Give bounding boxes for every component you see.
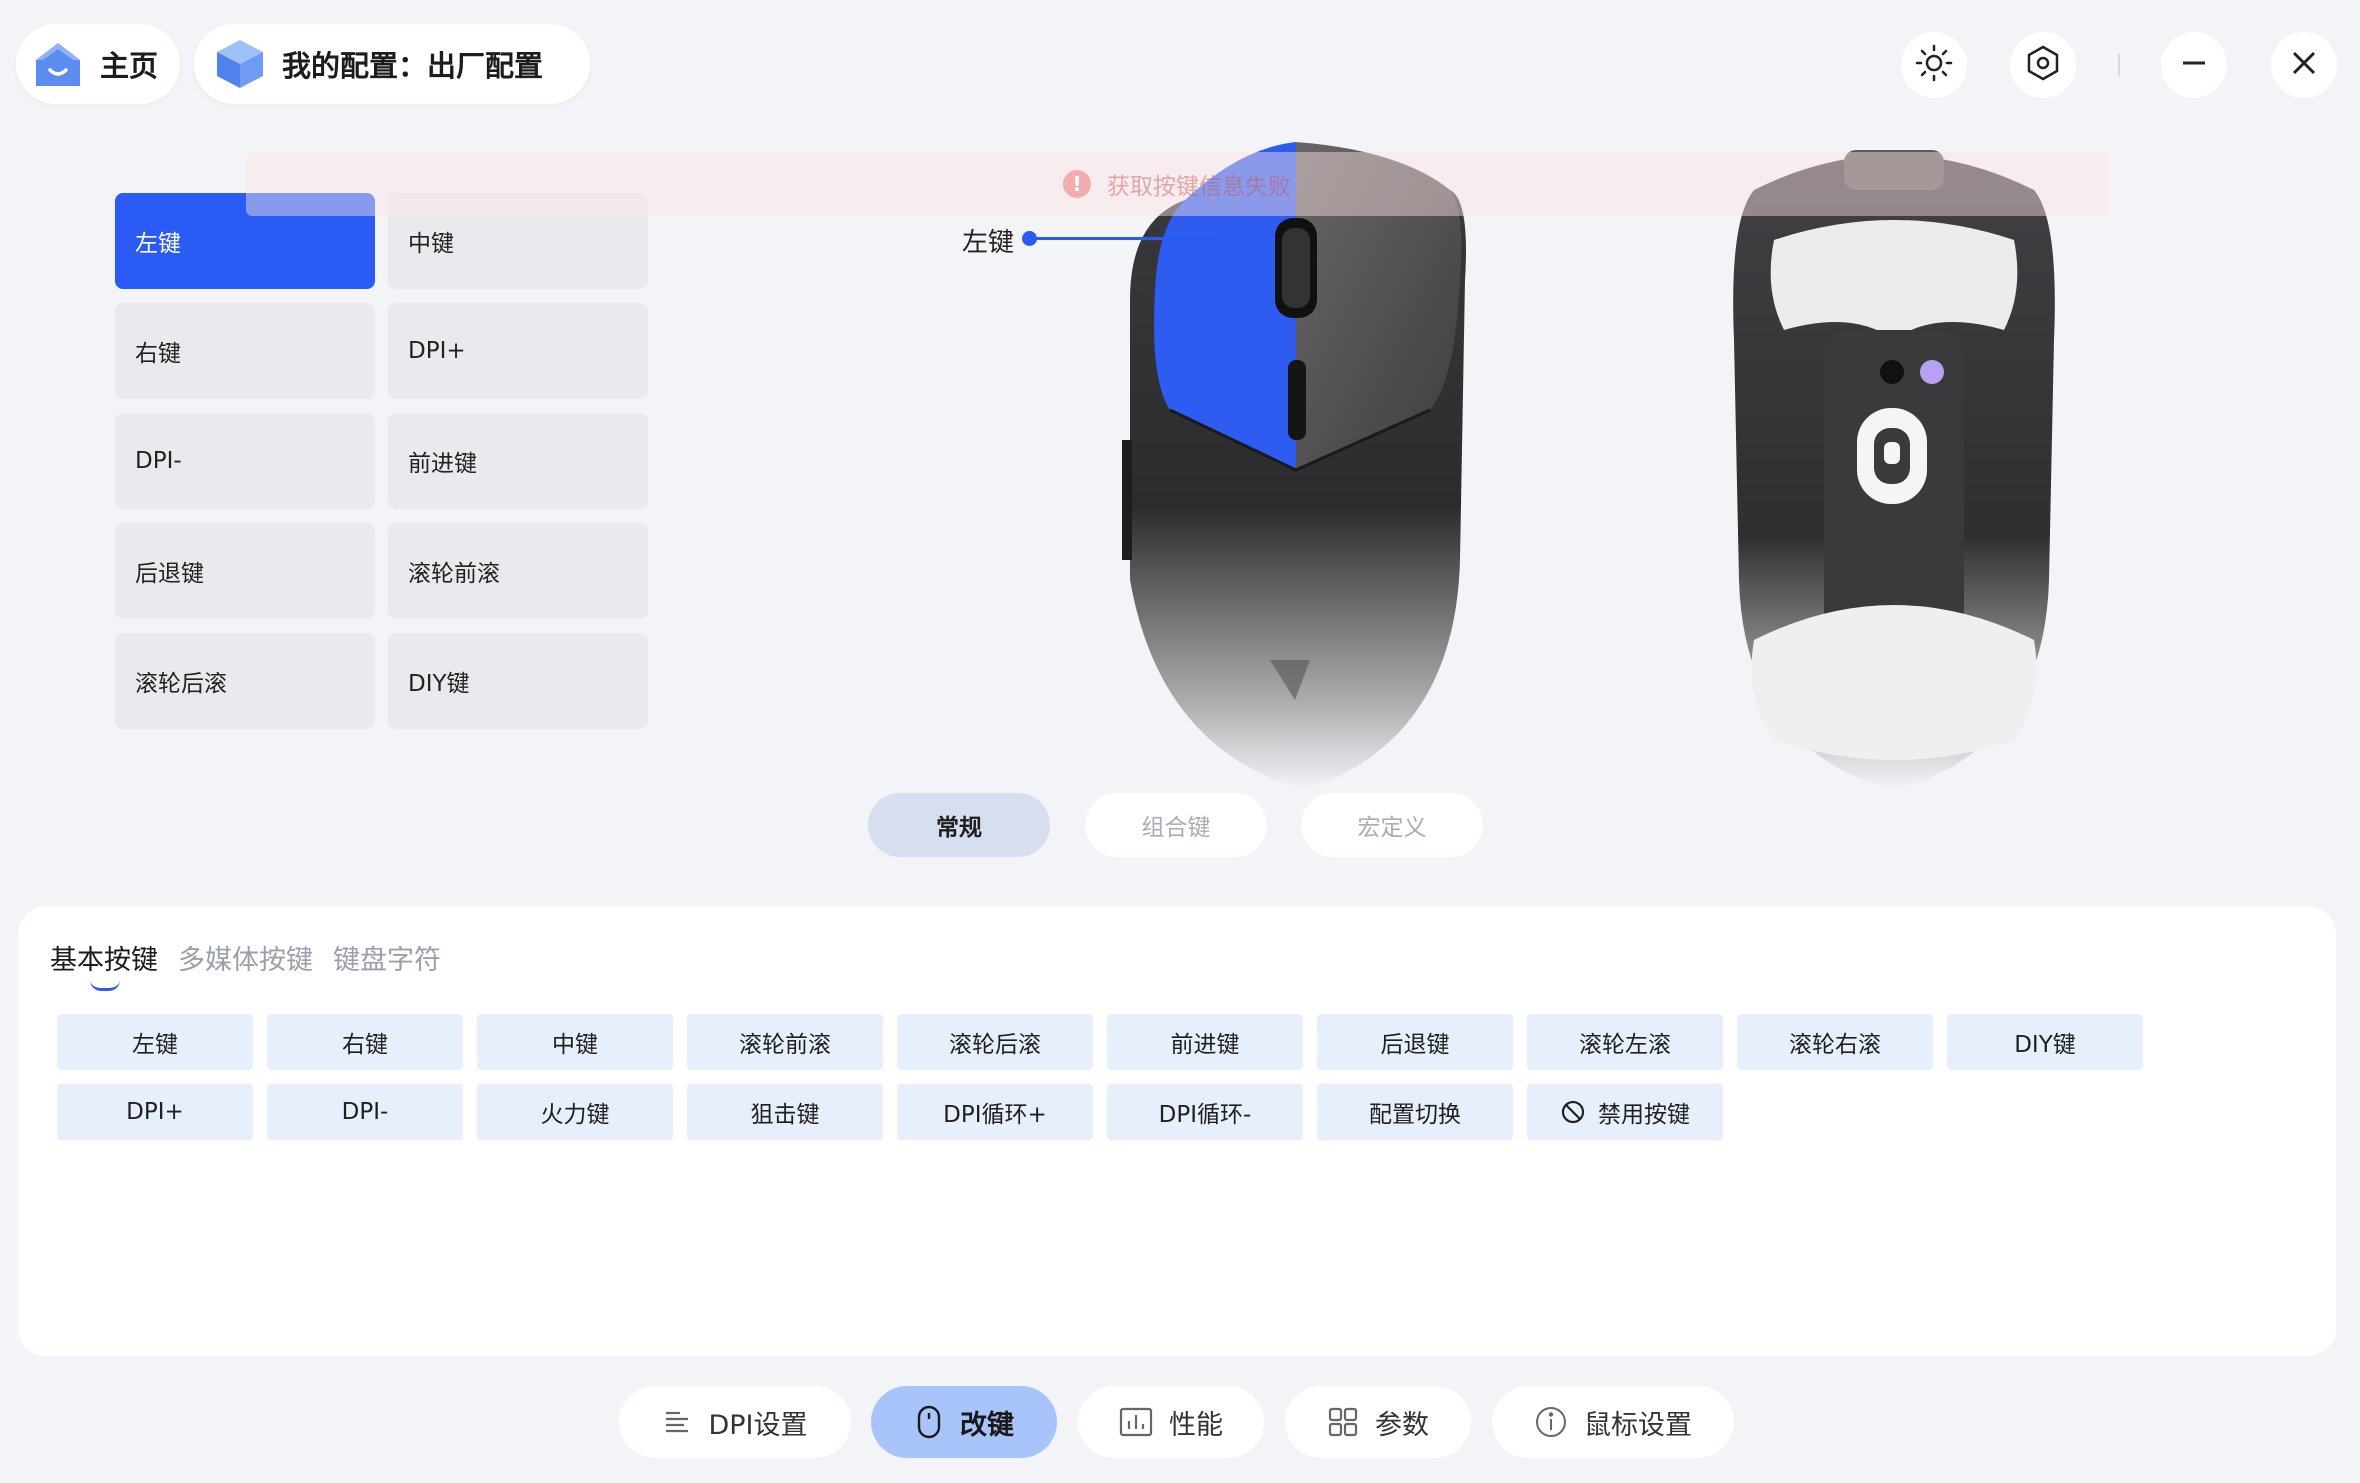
minimize-button[interactable] (2161, 32, 2227, 98)
key-forward[interactable]: 前进键 (388, 413, 648, 509)
subtab-basic[interactable]: 基本按键 (50, 938, 158, 991)
fn-scroll-up[interactable]: 滚轮前滚 (687, 1014, 883, 1070)
function-panel: 基本按键 多媒体按键 键盘字符 左键 右键 中键 滚轮前滚 滚轮后滚 前进键 后… (18, 906, 2336, 1356)
home-icon (30, 36, 86, 92)
info-icon (1534, 1405, 1568, 1439)
error-icon: ! (1063, 170, 1091, 198)
subtab-keyboard[interactable]: 键盘字符 (333, 938, 441, 977)
home-label: 主页 (100, 49, 159, 83)
fn-sniper[interactable]: 狙击键 (687, 1084, 883, 1140)
nav-mouse-settings-label: 鼠标设置 (1584, 1409, 1692, 1441)
close-icon (2289, 48, 2319, 82)
nav-remap-label: 改键 (960, 1409, 1014, 1441)
fn-disable-label: 禁用按键 (1598, 1102, 1690, 1128)
mouse-icon (914, 1404, 944, 1440)
dpi-icon (662, 1407, 692, 1437)
nav-mouse-settings[interactable]: 鼠标设置 (1492, 1386, 1734, 1458)
nav-dpi-label: DPI设置 (708, 1409, 808, 1441)
ban-icon (1560, 1099, 1586, 1125)
divider (2118, 54, 2120, 76)
nav-dpi[interactable]: DPI设置 (619, 1386, 851, 1458)
fn-right[interactable]: 右键 (267, 1014, 463, 1070)
fn-scroll-right[interactable]: 滚轮右滚 (1737, 1014, 1933, 1070)
fn-dpi-up[interactable]: DPI+ (57, 1084, 253, 1140)
callout-line (1026, 237, 1216, 240)
close-button[interactable] (2271, 32, 2337, 98)
fn-scroll-down[interactable]: 滚轮后滚 (897, 1014, 1093, 1070)
key-diy[interactable]: DIY键 (388, 633, 648, 729)
key-back[interactable]: 后退键 (115, 523, 375, 619)
error-toast: ! 获取按键信息失败 (246, 152, 2108, 216)
mouse-key-list: 左键 中键 右键 DPI+ DPI- 前进键 后退键 滚轮前滚 滚轮后滚 DIY… (115, 193, 648, 729)
fn-scroll-left[interactable]: 滚轮左滚 (1527, 1014, 1723, 1070)
nav-params-label: 参数 (1375, 1409, 1429, 1441)
key-scroll-down[interactable]: 滚轮后滚 (115, 633, 375, 729)
home-button[interactable]: 主页 (16, 24, 180, 104)
theme-button[interactable] (1901, 32, 1967, 98)
cube-icon (212, 36, 268, 92)
fn-forward[interactable]: 前进键 (1107, 1014, 1303, 1070)
nav-performance-label: 性能 (1169, 1409, 1223, 1441)
fn-fire[interactable]: 火力键 (477, 1084, 673, 1140)
key-dpi-down[interactable]: DPI- (115, 413, 375, 509)
fn-middle[interactable]: 中键 (477, 1014, 673, 1070)
tab-macro[interactable]: 宏定义 (1301, 793, 1483, 857)
subtab-media[interactable]: 多媒体按键 (178, 938, 313, 977)
tab-normal[interactable]: 常规 (868, 793, 1050, 857)
chart-icon (1119, 1407, 1153, 1437)
minimize-icon (2179, 48, 2209, 82)
tab-combo[interactable]: 组合键 (1085, 793, 1267, 857)
nav-performance[interactable]: 性能 (1078, 1386, 1264, 1458)
mouse-bottom-view (1714, 140, 2074, 790)
toast-message: 获取按键信息失败 (1107, 174, 1291, 200)
grid-icon (1327, 1406, 1359, 1438)
config-label: 我的配置：出厂配置 (282, 49, 544, 83)
fn-left[interactable]: 左键 (57, 1014, 253, 1070)
key-scroll-up[interactable]: 滚轮前滚 (388, 523, 648, 619)
fn-diy[interactable]: DIY键 (1947, 1014, 2143, 1070)
settings-button[interactable] (2010, 32, 2076, 98)
selected-key-label: 左键 (962, 228, 1015, 258)
config-selector[interactable]: 我的配置：出厂配置 (194, 24, 590, 104)
settings-hex-icon (2024, 44, 2062, 86)
function-subtabs: 基本按键 多媒体按键 键盘字符 (50, 938, 441, 991)
fn-profile-switch[interactable]: 配置切换 (1317, 1084, 1513, 1140)
nav-params[interactable]: 参数 (1285, 1386, 1471, 1458)
fn-dpi-cycle-down[interactable]: DPI循环- (1107, 1084, 1303, 1140)
fn-dpi-cycle-up[interactable]: DPI循环+ (897, 1084, 1093, 1140)
fn-disable[interactable]: 禁用按键 (1527, 1084, 1723, 1140)
nav-remap[interactable]: 改键 (871, 1386, 1057, 1458)
sun-icon (1915, 44, 1953, 86)
key-right[interactable]: 右键 (115, 303, 375, 399)
fn-dpi-down[interactable]: DPI- (267, 1084, 463, 1140)
key-dpi-up[interactable]: DPI+ (388, 303, 648, 399)
function-grid: 左键 右键 中键 滚轮前滚 滚轮后滚 前进键 后退键 滚轮左滚 滚轮右滚 DIY… (57, 1014, 2143, 1140)
fn-back[interactable]: 后退键 (1317, 1014, 1513, 1070)
